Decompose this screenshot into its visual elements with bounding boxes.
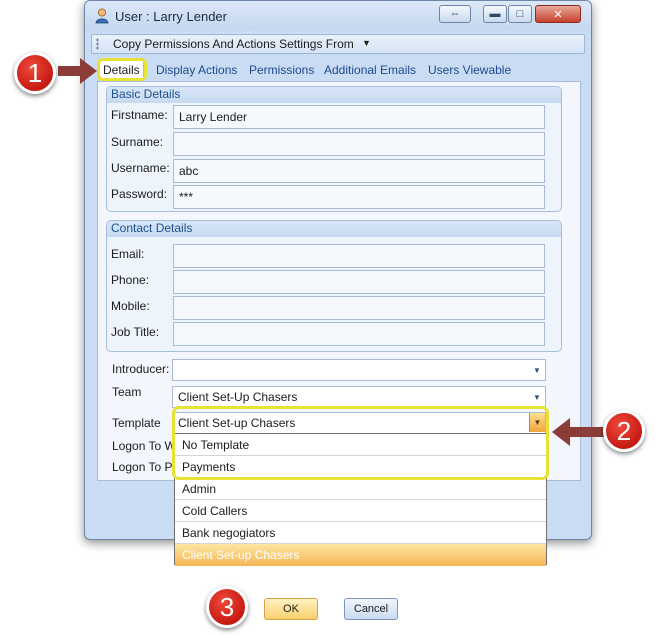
callout-step-2: 2 <box>603 410 645 452</box>
callout-step-1: 1 <box>14 52 56 94</box>
cancel-button[interactable]: Cancel <box>344 598 398 620</box>
callout-step-3: 3 <box>206 586 248 628</box>
arrow-to-template-icon <box>552 418 606 446</box>
ok-button[interactable]: OK <box>264 598 318 620</box>
arrow-to-details-icon <box>58 58 97 84</box>
annotation-arrows <box>58 58 606 446</box>
